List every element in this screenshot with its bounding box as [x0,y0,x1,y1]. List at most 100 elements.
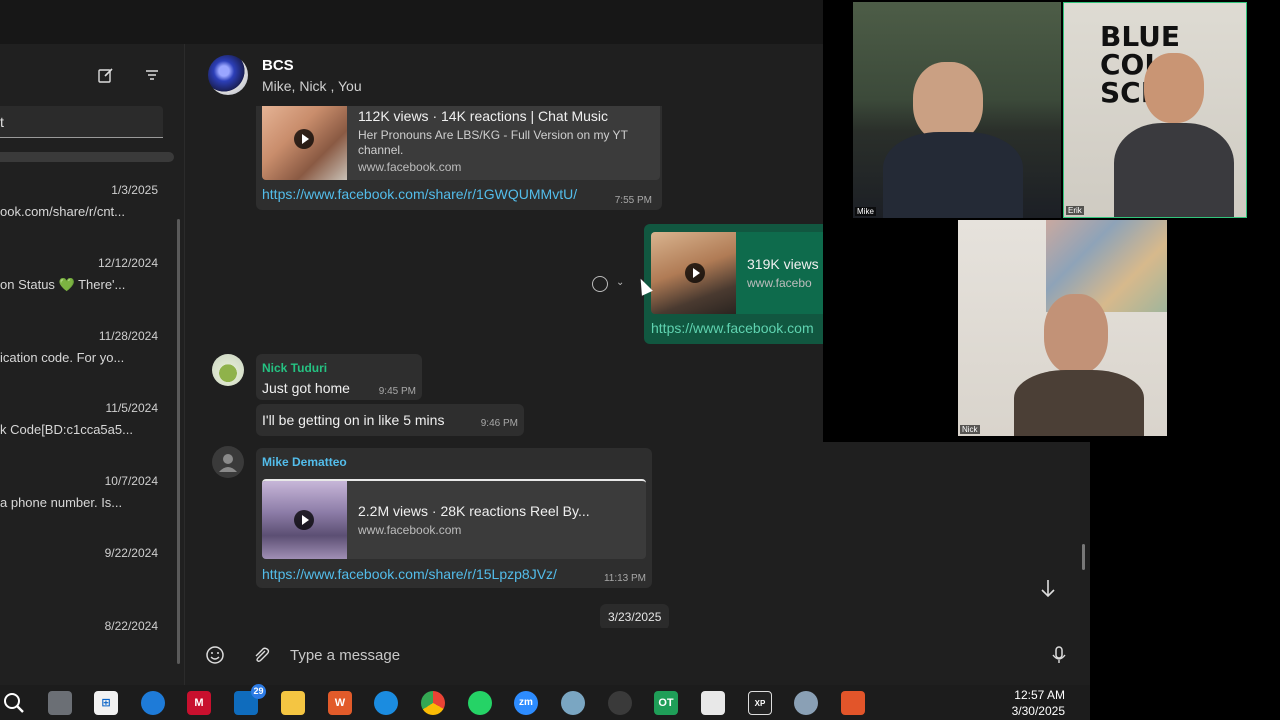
app-icon[interactable] [608,691,632,715]
play-icon[interactable] [294,510,314,530]
play-icon[interactable] [685,263,705,283]
link-preview-card[interactable]: 2.2M views · 28K reactions Reel By... ww… [262,479,646,559]
arrow-down-icon[interactable] [1038,576,1058,600]
chat-list-item[interactable]: 9/22/2024 [0,546,170,606]
person-icon [219,454,237,472]
mcafee-icon[interactable]: M [187,691,211,715]
chat-preview: on Status 💚 There'... [0,277,126,292]
message-time: 9:46 PM [480,418,518,429]
mail-badge: 29 [251,684,266,699]
mail-icon[interactable]: 29 [234,684,266,715]
chat-date: 10/7/2024 [104,474,158,488]
globe-icon[interactable] [561,691,585,715]
chat-list-item[interactable]: 11/5/2024 k Code[BD:c1cca5a5... [0,401,170,461]
sender-name[interactable]: Nick Tuduri [262,361,327,375]
media-icon[interactable] [701,691,725,715]
store-icon[interactable]: ⊞ [94,691,118,715]
link-description: Her Pronouns Are LBS/KG - Full Version o… [358,128,628,157]
chat-list-item[interactable]: 12/12/2024 on Status 💚 There'... [0,256,170,316]
link-title: 2.2M views · 28K reactions Reel By... [358,503,590,519]
edge-icon[interactable] [374,691,398,715]
message-bubble: I'll be getting on in like 5 mins 9:46 P… [256,404,524,436]
message-bubble: Nick Tuduri Just got home 9:45 PM [256,354,422,400]
message-bubble: 112K views · 14K reactions | Chat Music … [256,106,662,210]
taskbar: ⊞ M 29 W zm OT XP 12:57 AM 3/30/2025 [0,684,1090,720]
message-time: 7:55 PM [614,195,652,206]
filter-icon[interactable] [143,66,161,84]
message-text: I'll be getting on in like 5 mins [262,412,445,428]
chat-preview: ook.com/share/r/cnt... [0,204,125,219]
wordpad-icon[interactable]: W [328,691,352,715]
chat-date: 11/5/2024 [105,401,159,415]
whatsapp-icon[interactable] [468,691,492,715]
chat-date: 9/22/2024 [104,546,158,560]
message-link[interactable]: https://www.facebook.com/share/r/1GWQUMM… [262,186,577,202]
chrome-icon[interactable] [421,691,445,715]
sender-name[interactable]: Mike Dematteo [262,455,347,469]
ot-icon[interactable]: OT [654,691,678,715]
chevron-down-icon[interactable]: ⌄ [616,277,624,288]
search-input[interactable]: t [0,106,163,138]
message-link[interactable]: https://www.facebook.com/share/r/15Lpzp8… [262,566,557,582]
participant-body [883,132,1023,218]
avatar[interactable] [212,354,244,386]
video-call-overlay: Mike BLUECOLLSCHM Erik Nick [823,0,1280,442]
chat-date: 11/28/2024 [98,329,158,343]
date-separator: 3/23/2025 [600,604,670,628]
chat-list-item[interactable]: 11/28/2024 ication code. For yo... [0,329,170,389]
microphone-icon[interactable] [1048,644,1070,666]
message-time: 11:13 PM [603,573,646,584]
link-domain: www.facebook.com [358,523,462,537]
chat-list-item[interactable]: 1/3/2025 ook.com/share/r/cnt... [0,183,170,243]
link-domain: www.facebook.com [358,160,462,174]
chat-list-item[interactable]: 10/7/2024 a phone number. Is... [0,474,170,534]
chat-date: 12/12/2024 [97,256,158,270]
xp-pen-icon[interactable]: XP [748,691,772,715]
group-avatar[interactable] [208,55,248,95]
message-text: Just got home [262,380,350,396]
message-link[interactable]: https://www.facebook.com [651,320,814,336]
chat-preview: a phone number. Is... [0,495,123,510]
message-scrollbar[interactable] [1082,544,1085,570]
participant-label: Mike [855,207,876,216]
archived-bar [0,152,174,162]
chat-list-sidebar: t 1/3/2025 ook.com/share/r/cnt... 12/12/… [0,44,185,685]
attach-icon[interactable] [250,644,272,666]
video-thumbnail [651,232,736,314]
participant-face [1144,53,1204,123]
system-clock[interactable]: 12:57 AM 3/30/2025 [1012,687,1065,719]
presentation-icon[interactable] [841,691,865,715]
play-icon[interactable] [294,129,314,149]
chat-list-item[interactable]: 8/22/2024 [0,619,170,679]
chat-title: BCS [262,57,294,74]
video-thumbnail [262,106,347,180]
task-view-icon[interactable] [48,691,72,715]
zoom-icon[interactable]: zm [514,691,538,715]
clock-date: 3/30/2025 [1011,704,1065,718]
chat-members: Mike, Nick , You [262,78,362,94]
chat-preview: k Code[BD:c1cca5a5... [0,422,133,437]
new-chat-icon[interactable] [97,66,115,84]
emoji-react-icon[interactable] [592,276,608,292]
participant-face [913,62,983,142]
gear-icon[interactable] [794,691,818,715]
video-tile-active[interactable]: BLUECOLLSCHM Erik [1063,2,1247,218]
avatar[interactable] [212,446,244,478]
clock-time: 12:57 AM [1014,688,1065,702]
video-tile[interactable]: Nick [958,220,1167,436]
chat-date: 8/22/2024 [104,619,158,633]
link-preview-card[interactable]: 112K views · 14K reactions | Chat Music … [262,106,660,180]
message-input[interactable] [290,642,1030,668]
message-composer [186,628,1090,685]
participant-label: Erik [1066,206,1084,215]
emoji-icon[interactable] [204,644,226,666]
weather-icon[interactable] [141,691,165,715]
video-tile[interactable]: Mike [853,2,1061,218]
chat-preview: ication code. For yo... [0,350,125,365]
sidebar-scrollbar[interactable] [177,219,180,664]
participant-label: Nick [960,425,980,434]
search-icon[interactable] [2,691,26,715]
link-title: 319K views [747,256,819,272]
message-bubble: Mike Dematteo 2.2M views · 28K reactions… [256,448,652,588]
folder-icon[interactable] [281,691,305,715]
